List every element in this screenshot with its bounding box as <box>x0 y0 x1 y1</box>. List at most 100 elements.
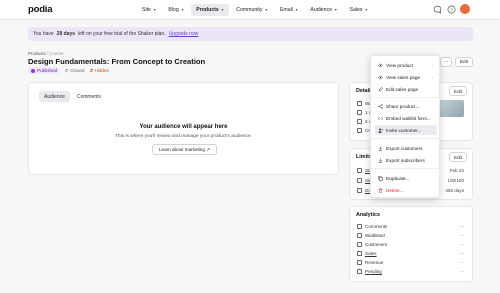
limits-row: Du <box>357 188 371 193</box>
nav-audience[interactable]: Audience ▼ <box>305 4 342 16</box>
download-icon <box>378 158 383 163</box>
analytics-row: Pending <box>357 269 382 274</box>
menu-item-label: Export customers <box>386 145 423 151</box>
menu-embed-waitlist[interactable]: Embed waitlist form... <box>375 113 437 123</box>
breadcrumb-products[interactable]: Products <box>28 51 46 56</box>
analytics-row: Revenue <box>357 260 383 265</box>
chevron-down-icon: ▼ <box>294 8 299 12</box>
avatar[interactable] <box>460 4 470 14</box>
learn-marketing-button[interactable]: Learn about marketing ↗ <box>152 144 217 155</box>
menu-item-label: Delete... <box>386 187 404 193</box>
empty-state-title: Your audience will appear here <box>139 124 228 130</box>
closed-circle-icon <box>65 69 69 72</box>
analytics-row-label: Revenue <box>365 260 384 265</box>
duration-icon <box>357 188 362 193</box>
menu-invite-customer[interactable]: Invite customer... <box>375 125 437 135</box>
tab-audience[interactable]: Audience <box>39 91 70 102</box>
svg-text:?: ? <box>450 7 453 13</box>
analytics-row-label: Customers <box>365 242 388 247</box>
user-plus-icon <box>378 128 383 133</box>
menu-share-product[interactable]: Share product... <box>375 101 437 111</box>
hidden-circle-icon <box>89 69 93 72</box>
nav-sales[interactable]: Sales ▼ <box>345 4 373 16</box>
product-thumbnail <box>438 100 464 117</box>
podia-logo[interactable]: podia <box>28 4 53 15</box>
status-closed: Closed <box>70 68 85 73</box>
top-icons: ? <box>432 4 470 14</box>
nav-audience-label: Audience <box>310 7 333 13</box>
published-dot-icon <box>31 68 35 73</box>
analytics-row: Waitlisted <box>357 233 385 238</box>
analytics-row-value: — <box>459 251 464 256</box>
menu-view-product[interactable]: View product › <box>375 60 437 70</box>
breadcrumb: Products / Course <box>28 51 64 56</box>
help-icon[interactable]: ? <box>446 4 456 14</box>
product-actions-menu: View product › View sales page › Edit sa… <box>370 55 440 198</box>
chat-icon[interactable] <box>432 4 442 14</box>
analytics-card: Analytics Comments — Waitlisted — Custom… <box>349 206 473 282</box>
chevron-down-icon: ▼ <box>364 8 368 12</box>
pencil-icon <box>378 86 383 92</box>
chevron-down-icon: ▼ <box>220 8 225 12</box>
more-options-button[interactable]: ··· <box>440 57 452 67</box>
menu-duplicate[interactable]: Duplicate... <box>375 173 437 183</box>
analytics-row-value: — <box>459 242 464 247</box>
analytics-title: Analytics <box>356 212 380 218</box>
breadcrumb-separator: / <box>46 51 49 56</box>
analytics-row-value: — <box>459 224 464 229</box>
menu-item-label: Embed waitlist form... <box>386 115 431 121</box>
edit-product-button[interactable]: Edit <box>455 57 473 67</box>
nav-site[interactable]: Site ▼ <box>137 4 161 16</box>
limits-row-value: Feb 24 <box>449 168 464 173</box>
nav-email[interactable]: Email ▼ <box>275 4 303 16</box>
limits-row-value: 365 days <box>445 188 464 193</box>
menu-delete[interactable]: Delete... <box>375 185 437 195</box>
analytics-row-label[interactable]: Sales <box>365 251 377 256</box>
menu-divider <box>371 97 439 98</box>
status-closed-item: Closed <box>65 68 85 73</box>
signups-icon <box>357 178 362 183</box>
chevron-right-icon: › <box>431 62 433 68</box>
trial-banner: You have 28 days left on your free trial… <box>28 27 473 41</box>
menu-export-customers[interactable]: Export customers <box>375 143 437 153</box>
menu-item-label: View product <box>386 62 414 68</box>
eye-icon <box>378 75 383 80</box>
nav-blog[interactable]: Blog ▼ <box>163 4 189 16</box>
top-navigation-bar: podia Site ▼ Blog ▼ Products ▼ Community ▼ E… <box>0 0 500 20</box>
menu-divider <box>371 168 439 169</box>
menu-item-label: Share product... <box>386 103 420 109</box>
menu-export-subscribers[interactable]: Export subscribers <box>375 155 437 165</box>
nav-email-label: Email <box>279 7 293 13</box>
menu-item-label: Edit sales page <box>386 86 419 92</box>
status-hidden-item: Hidden <box>89 68 110 73</box>
analytics-row-label[interactable]: Pending <box>365 269 382 274</box>
menu-edit-sales-page[interactable]: Edit sales page <box>375 84 437 94</box>
banner-suffix: left on your free trial of the Shaker pl… <box>78 31 166 37</box>
details-edit-button[interactable]: Edit <box>449 86 467 96</box>
menu-item-label: Duplicate... <box>386 175 410 181</box>
status-badge: Published <box>28 67 61 74</box>
code-icon <box>378 116 383 121</box>
menu-view-sales-page[interactable]: View sales page › <box>375 72 437 82</box>
nav-community[interactable]: Community ▼ <box>231 4 273 16</box>
upgrade-link[interactable]: Upgrade now <box>169 31 199 37</box>
chevron-right-icon: › <box>431 74 433 80</box>
sales-icon <box>357 251 362 256</box>
pending-icon <box>357 269 362 274</box>
analytics-row: Sales <box>357 251 377 256</box>
limits-edit-button[interactable]: Edit <box>449 152 467 162</box>
breadcrumb-current: Course <box>49 51 64 56</box>
tab-comments[interactable]: Comments <box>72 91 106 102</box>
copy-icon <box>378 175 383 181</box>
audience-card: Audience Comments Your audience will app… <box>28 82 339 175</box>
calendar-icon <box>357 110 362 115</box>
banner-prefix: You have <box>33 31 54 37</box>
status-row: Published Closed Hidden <box>28 67 109 74</box>
nav-products[interactable]: Products ▼ <box>191 4 230 16</box>
status-hidden: Hidden <box>94 68 110 73</box>
analytics-row-value: — <box>459 233 464 238</box>
waitlisted-icon <box>357 233 362 238</box>
nav-products-label: Products <box>196 7 219 13</box>
banner-days: 28 days <box>56 31 76 37</box>
content-icon <box>357 119 362 124</box>
